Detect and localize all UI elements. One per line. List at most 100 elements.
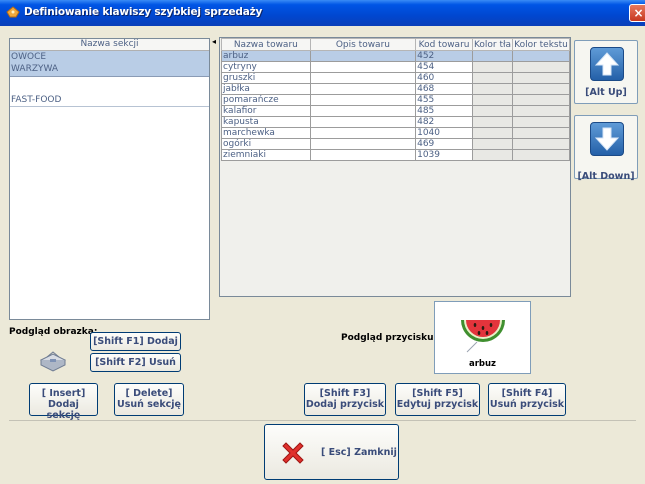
cell-kolor-tekstu[interactable] bbox=[512, 83, 570, 95]
cell-nazwa[interactable]: ogórki bbox=[221, 138, 311, 150]
remove-product-button[interactable]: [Shift F4] Usuń przycisk bbox=[488, 383, 566, 416]
cell-nazwa[interactable]: kapusta bbox=[221, 116, 311, 128]
cell-kod[interactable]: 452 bbox=[415, 50, 474, 62]
column-header-nazwa[interactable]: Nazwa towaru bbox=[221, 38, 311, 51]
cell-kod[interactable]: 455 bbox=[415, 94, 474, 106]
window-close-button[interactable]: × bbox=[629, 4, 645, 22]
cell-kod[interactable]: 482 bbox=[415, 116, 474, 128]
cell-kolor-tla[interactable] bbox=[472, 127, 513, 139]
cell-nazwa[interactable]: arbuz bbox=[221, 50, 311, 62]
table-row[interactable]: marchewka 1040 bbox=[221, 127, 570, 139]
cell-nazwa[interactable]: pomarańcze bbox=[221, 94, 311, 106]
cell-kolor-tekstu[interactable] bbox=[512, 138, 570, 150]
cell-opis[interactable] bbox=[309, 138, 417, 150]
arrow-up-icon bbox=[594, 52, 620, 76]
cell-opis[interactable] bbox=[309, 94, 417, 106]
cell-opis[interactable] bbox=[309, 127, 417, 139]
cell-kolor-tla[interactable] bbox=[472, 83, 513, 95]
table-row[interactable]: kapusta 482 bbox=[221, 116, 570, 128]
cell-nazwa[interactable]: ziemniaki bbox=[221, 149, 311, 161]
cell-kolor-tla[interactable] bbox=[472, 138, 513, 150]
cell-kolor-tla[interactable] bbox=[472, 50, 513, 62]
button-preview[interactable]: arbuz bbox=[434, 301, 531, 374]
cell-nazwa[interactable]: jabłka bbox=[221, 83, 311, 95]
column-header-kolor-tla[interactable]: Kolor tła bbox=[472, 38, 513, 51]
dialog-window: Definiowanie klawiszy szybkiej sprzedaży… bbox=[0, 0, 645, 484]
cell-nazwa[interactable]: kalafior bbox=[221, 105, 311, 117]
cell-kod[interactable]: 469 bbox=[415, 138, 474, 150]
cell-kolor-tekstu[interactable] bbox=[512, 61, 570, 73]
section-item-label-line1: OWOCE bbox=[11, 52, 47, 62]
move-up-label: [Alt Up] bbox=[585, 87, 627, 98]
remove-product-shortcut: [Shift F4] bbox=[501, 388, 553, 399]
cell-kolor-tekstu[interactable] bbox=[512, 149, 570, 161]
section-item-owoce-warzywa[interactable]: OWOCE WARZYWA bbox=[10, 51, 209, 77]
cell-kolor-tekstu[interactable] bbox=[512, 72, 570, 84]
cell-kod[interactable]: 468 bbox=[415, 83, 474, 95]
watermelon-icon bbox=[461, 320, 505, 353]
cell-kolor-tekstu[interactable] bbox=[512, 127, 570, 139]
move-up-button[interactable]: [Alt Up] bbox=[574, 40, 638, 104]
panel-splitter[interactable]: ◂ bbox=[212, 38, 217, 320]
add-image-button[interactable]: [Shift F1] Dodaj bbox=[90, 332, 181, 351]
cell-kolor-tla[interactable] bbox=[472, 94, 513, 106]
cell-kolor-tla[interactable] bbox=[472, 72, 513, 84]
cell-kolor-tekstu[interactable] bbox=[512, 94, 570, 106]
cell-kod[interactable]: 460 bbox=[415, 72, 474, 84]
app-icon bbox=[6, 6, 20, 18]
cell-kod[interactable]: 485 bbox=[415, 105, 474, 117]
cell-nazwa[interactable]: marchewka bbox=[221, 127, 311, 139]
move-down-button[interactable]: [Alt Down] bbox=[574, 115, 638, 182]
cell-kod[interactable]: 1039 bbox=[415, 149, 474, 161]
column-header-kolor-tekstu[interactable]: Kolor tekstu bbox=[512, 38, 570, 51]
add-section-button[interactable]: [ Insert] Dodaj sekcję bbox=[29, 383, 98, 421]
cell-kolor-tla[interactable] bbox=[472, 116, 513, 128]
table-row[interactable]: gruszki 460 bbox=[221, 72, 570, 84]
cell-nazwa[interactable]: gruszki bbox=[221, 72, 311, 84]
delete-section-label: Usuń sekcję bbox=[117, 399, 181, 410]
table-row[interactable]: cytryny 454 bbox=[221, 61, 570, 73]
cell-opis[interactable] bbox=[309, 83, 417, 95]
table-row[interactable]: kalafior 485 bbox=[221, 105, 570, 117]
sections-list[interactable]: Nazwa sekcji OWOCE WARZYWA FAST-FOOD bbox=[9, 38, 210, 320]
cell-opis[interactable] bbox=[309, 72, 417, 84]
sections-column-header[interactable]: Nazwa sekcji bbox=[10, 39, 209, 51]
footer-divider bbox=[9, 420, 636, 421]
cell-kod[interactable]: 454 bbox=[415, 61, 474, 73]
table-row[interactable]: ziemniaki 1039 bbox=[221, 149, 570, 161]
cell-kolor-tla[interactable] bbox=[472, 61, 513, 73]
section-item-fast-food[interactable]: FAST-FOOD bbox=[10, 94, 209, 106]
button-preview-label: Podgląd przycisku: bbox=[341, 333, 438, 343]
cell-nazwa[interactable]: cytryny bbox=[221, 61, 311, 73]
column-header-kod[interactable]: Kod towaru bbox=[415, 38, 474, 51]
add-product-button[interactable]: [Shift F3] Dodaj przycisk bbox=[304, 383, 386, 416]
close-dialog-button[interactable]: [ Esc] Zamknij bbox=[264, 424, 399, 480]
cell-opis[interactable] bbox=[309, 61, 417, 73]
cell-kod[interactable]: 1040 bbox=[415, 127, 474, 139]
cell-kolor-tla[interactable] bbox=[472, 105, 513, 117]
table-row[interactable]: ogórki 469 bbox=[221, 138, 570, 150]
cell-opis[interactable] bbox=[309, 50, 417, 62]
table-row[interactable]: arbuz 452 bbox=[221, 50, 570, 62]
remove-product-label: Usuń przycisk bbox=[489, 399, 565, 410]
cell-kolor-tekstu[interactable] bbox=[512, 50, 570, 62]
cell-opis[interactable] bbox=[309, 149, 417, 161]
cell-opis[interactable] bbox=[309, 116, 417, 128]
button-preview-caption: arbuz bbox=[468, 359, 496, 369]
delete-section-shortcut: [ Delete] bbox=[125, 388, 173, 399]
arrow-down-icon bbox=[594, 127, 620, 151]
products-table[interactable]: Nazwa towaru Opis towaru Kod towaru Kolo… bbox=[221, 38, 570, 161]
title-bar: Definiowanie klawiszy szybkiej sprzedaży… bbox=[0, 0, 645, 26]
remove-image-button[interactable]: [Shift F2] Usuń bbox=[90, 353, 181, 372]
table-row[interactable]: jabłka 468 bbox=[221, 83, 570, 95]
cell-opis[interactable] bbox=[309, 105, 417, 117]
collapse-arrow-icon[interactable]: ◂ bbox=[212, 38, 216, 46]
add-section-shortcut: [ Insert] bbox=[41, 388, 86, 399]
table-row[interactable]: pomarańcze 455 bbox=[221, 94, 570, 106]
edit-product-button[interactable]: [Shift F5] Edytuj przycisk bbox=[395, 383, 480, 416]
cell-kolor-tekstu[interactable] bbox=[512, 105, 570, 117]
cell-kolor-tla[interactable] bbox=[472, 149, 513, 161]
cell-kolor-tekstu[interactable] bbox=[512, 116, 570, 128]
column-header-opis[interactable]: Opis towaru bbox=[309, 38, 417, 51]
delete-section-button[interactable]: [ Delete] Usuń sekcję bbox=[114, 383, 184, 416]
